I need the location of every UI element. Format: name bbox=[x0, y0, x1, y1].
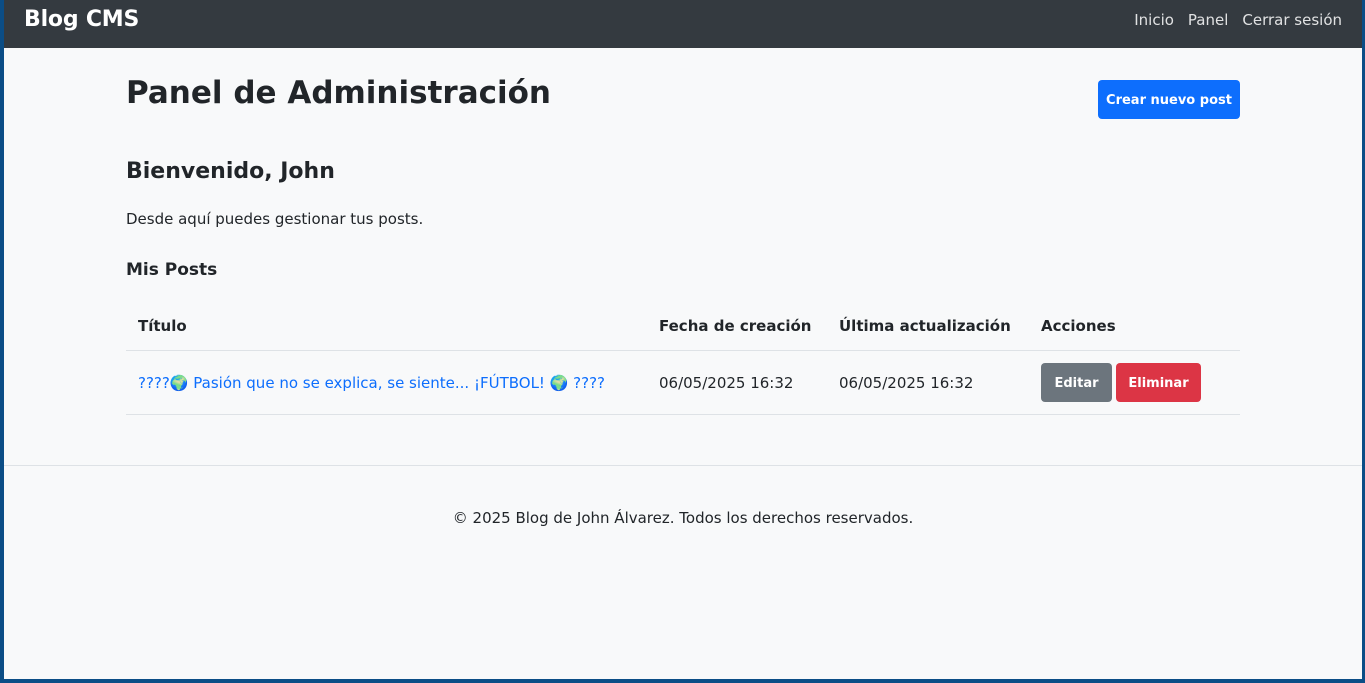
header-created: Fecha de creación bbox=[647, 302, 827, 351]
table-row: ????🌍 Pasión que no se explica, se sient… bbox=[126, 350, 1240, 415]
footer-divider bbox=[4, 465, 1362, 466]
cell-title: ????🌍 Pasión que no se explica, se sient… bbox=[126, 350, 647, 415]
post-title-link[interactable]: ????🌍 Pasión que no se explica, se sient… bbox=[138, 374, 605, 392]
browser-viewport: Blog CMS Inicio Panel Cerrar sesión Pane… bbox=[4, 0, 1362, 679]
cell-actions: Editar Eliminar bbox=[1029, 350, 1240, 415]
header-updated: Última actualización bbox=[827, 302, 1029, 351]
cell-created: 06/05/2025 16:32 bbox=[647, 350, 827, 415]
nav-links: Inicio Panel Cerrar sesión bbox=[1134, 11, 1342, 29]
footer-text: © 2025 Blog de John Álvarez. Todos los d… bbox=[452, 509, 914, 527]
create-post-button[interactable]: Crear nuevo post bbox=[1098, 80, 1240, 119]
nav-link-logout[interactable]: Cerrar sesión bbox=[1242, 11, 1342, 29]
posts-table: Título Fecha de creación Última actualiz… bbox=[126, 302, 1240, 415]
brand-link[interactable]: Blog CMS bbox=[24, 7, 139, 32]
section-title: Mis Posts bbox=[126, 260, 218, 280]
row-actions: Editar Eliminar bbox=[1041, 363, 1228, 402]
delete-button[interactable]: Eliminar bbox=[1116, 363, 1201, 402]
welcome-heading: Bienvenido, John bbox=[126, 159, 335, 184]
nav-link-panel[interactable]: Panel bbox=[1188, 11, 1228, 29]
header-title: Título bbox=[126, 302, 647, 351]
table-header-row: Título Fecha de creación Última actualiz… bbox=[126, 302, 1240, 351]
page-title: Panel de Administración bbox=[126, 75, 551, 111]
description-text: Desde aquí puedes gestionar tus posts. bbox=[126, 210, 424, 228]
cell-updated: 06/05/2025 16:32 bbox=[827, 350, 1029, 415]
header-actions: Acciones bbox=[1029, 302, 1240, 351]
navbar: Blog CMS Inicio Panel Cerrar sesión bbox=[4, 0, 1362, 48]
edit-button[interactable]: Editar bbox=[1041, 363, 1112, 402]
nav-link-inicio[interactable]: Inicio bbox=[1134, 11, 1174, 29]
